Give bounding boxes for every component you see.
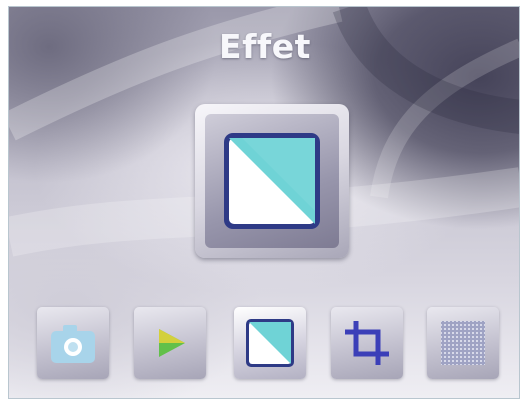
menu-item-pattern[interactable] (427, 307, 499, 379)
play-icon (159, 329, 185, 357)
crop-icon (345, 321, 389, 365)
pattern-icon (441, 321, 485, 365)
effect-icon (224, 133, 320, 229)
menu-item-playback[interactable] (134, 307, 206, 379)
effect-icon (246, 319, 294, 367)
selected-mode-preview (195, 104, 349, 258)
menu-item-crop[interactable] (331, 307, 403, 379)
camera-icon (51, 325, 95, 363)
menu-item-camera[interactable] (37, 307, 109, 379)
camera-screen: Effet (8, 6, 520, 399)
mode-menu (9, 297, 519, 387)
menu-item-effect[interactable] (234, 307, 306, 379)
screen-title: Effet (219, 27, 311, 66)
